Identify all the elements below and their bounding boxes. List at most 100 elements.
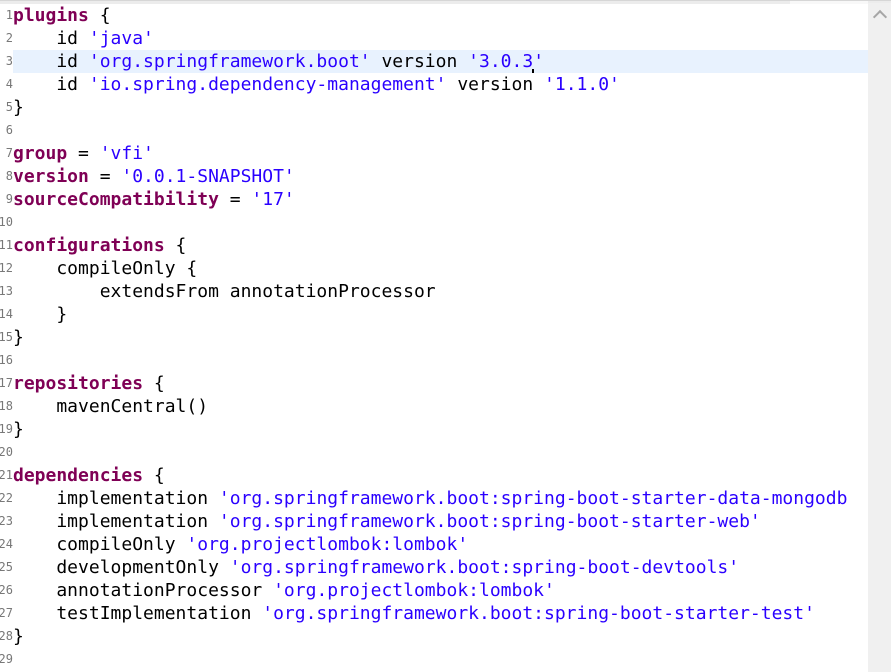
line-number[interactable]: 24 xyxy=(0,533,13,556)
code-line-text[interactable]: } xyxy=(13,625,868,648)
code-line-text[interactable]: id 'java' xyxy=(13,27,868,50)
line-number[interactable]: 19 xyxy=(0,418,13,441)
line-number[interactable]: 22 xyxy=(0,487,13,510)
code-line[interactable]: 27 testImplementation 'org.springframewo… xyxy=(0,602,868,625)
code-line-text[interactable] xyxy=(13,648,868,671)
code-line[interactable]: 28 } xyxy=(0,625,868,648)
code-line-text[interactable]: compileOnly 'org.projectlombok:lombok' xyxy=(13,533,868,556)
code-token: version xyxy=(370,51,469,72)
line-number[interactable]: 11 xyxy=(0,234,13,257)
code-line-text[interactable]: group = 'vfi' xyxy=(13,142,868,165)
code-line-text[interactable]: annotationProcessor 'org.projectlombok:l… xyxy=(13,579,868,602)
code-line-text[interactable]: version = '0.0.1-SNAPSHOT' xyxy=(13,165,868,188)
code-line-text[interactable]: } xyxy=(13,418,868,441)
code-line[interactable]: 16 xyxy=(0,349,868,372)
line-number[interactable]: 25 xyxy=(0,556,13,579)
code-token: version xyxy=(446,74,545,95)
code-line-text[interactable]: plugins { xyxy=(13,4,868,27)
line-number[interactable]: 15 xyxy=(0,326,13,349)
code-line-text[interactable] xyxy=(13,211,868,234)
code-line[interactable]: 14 } xyxy=(0,303,868,326)
vertical-scrollbar[interactable] xyxy=(868,3,891,672)
line-number[interactable]: 5 xyxy=(0,96,13,119)
line-number[interactable]: 23 xyxy=(0,510,13,533)
code-line[interactable]: 26 annotationProcessor 'org.projectlombo… xyxy=(0,579,868,602)
code-line[interactable]: 10 xyxy=(0,211,868,234)
code-token: annotationProcessor xyxy=(13,580,274,601)
line-number[interactable]: 13 xyxy=(0,280,13,303)
code-line-text[interactable]: } xyxy=(13,326,868,349)
code-line-text[interactable]: } xyxy=(13,96,868,119)
code-line[interactable]: 1 plugins { xyxy=(0,4,868,27)
code-line[interactable]: 11 configurations { xyxy=(0,234,868,257)
code-token: configurations xyxy=(13,235,165,256)
code-line[interactable]: 25 developmentOnly 'org.springframework.… xyxy=(0,556,868,579)
line-number[interactable]: 26 xyxy=(0,579,13,602)
code-line-text[interactable]: compileOnly { xyxy=(13,257,868,280)
code-line-text[interactable]: implementation 'org.springframework.boot… xyxy=(13,487,868,510)
code-line-text[interactable]: } xyxy=(13,303,868,326)
code-line-text[interactable]: id 'org.springframework.boot' version '3… xyxy=(13,50,868,73)
line-number[interactable]: 9 xyxy=(0,188,13,211)
code-line[interactable]: 3 id 'org.springframework.boot' version … xyxy=(0,50,868,73)
code-line[interactable]: 6 xyxy=(0,119,868,142)
code-line[interactable]: 12 compileOnly { xyxy=(0,257,868,280)
line-number[interactable]: 29 xyxy=(0,648,13,671)
scroll-up-button[interactable] xyxy=(868,3,891,27)
code-token: } xyxy=(13,97,24,118)
code-line[interactable]: 7 group = 'vfi' xyxy=(0,142,868,165)
line-number[interactable]: 14 xyxy=(0,303,13,326)
eclipse-editor-window: { "colors": { "keyword": "#7f0055", "str… xyxy=(0,0,891,672)
line-number[interactable]: 10 xyxy=(0,211,13,234)
code-token: ' xyxy=(533,51,545,72)
line-number[interactable]: 28 xyxy=(0,625,13,648)
line-number[interactable]: 2 xyxy=(0,27,13,50)
code-line[interactable]: 8 version = '0.0.1-SNAPSHOT' xyxy=(0,165,868,188)
line-number[interactable]: 6 xyxy=(0,119,13,142)
code-line-text[interactable]: testImplementation 'org.springframework.… xyxy=(13,602,868,625)
code-line[interactable]: 4 id 'io.spring.dependency-management' v… xyxy=(0,73,868,96)
code-line-text[interactable]: configurations { xyxy=(13,234,868,257)
code-token: 'java' xyxy=(88,28,154,49)
code-line[interactable]: 18 mavenCentral() xyxy=(0,395,868,418)
code-line-text[interactable] xyxy=(13,349,868,372)
line-number[interactable]: 12 xyxy=(0,257,13,280)
line-number[interactable]: 18 xyxy=(0,395,13,418)
code-line[interactable]: 17 repositories { xyxy=(0,372,868,395)
line-number[interactable]: 17 xyxy=(0,372,13,395)
line-number[interactable]: 27 xyxy=(0,602,13,625)
code-line-text[interactable] xyxy=(13,441,868,464)
code-token: plugins xyxy=(13,5,89,26)
code-line[interactable]: 15 } xyxy=(0,326,868,349)
line-number[interactable]: 4 xyxy=(0,73,13,96)
code-line-text[interactable]: developmentOnly 'org.springframework.boo… xyxy=(13,556,868,579)
code-line[interactable]: 29 xyxy=(0,648,868,671)
line-number[interactable]: 8 xyxy=(0,165,13,188)
code-line[interactable]: 13 extendsFrom annotationProcessor xyxy=(0,280,868,303)
code-line-text[interactable]: sourceCompatibility = '17' xyxy=(13,188,868,211)
code-line[interactable]: 19 } xyxy=(0,418,868,441)
code-line-text[interactable]: extendsFrom annotationProcessor xyxy=(13,280,868,303)
code-line-text[interactable]: mavenCentral() xyxy=(13,395,868,418)
line-number[interactable]: 21 xyxy=(0,464,13,487)
code-line-text[interactable]: dependencies { xyxy=(13,464,868,487)
code-line-text[interactable]: implementation 'org.springframework.boot… xyxy=(13,510,868,533)
code-line[interactable]: 21 dependencies { xyxy=(0,464,868,487)
code-line[interactable]: 20 xyxy=(0,441,868,464)
code-line[interactable]: 24 compileOnly 'org.projectlombok:lombok… xyxy=(0,533,868,556)
code-line[interactable]: 22 implementation 'org.springframework.b… xyxy=(0,487,868,510)
code-line-text[interactable]: id 'io.spring.dependency-management' ver… xyxy=(13,73,868,96)
code-token: compileOnly { xyxy=(13,258,198,279)
line-number[interactable]: 20 xyxy=(0,441,13,464)
code-line[interactable]: 9 sourceCompatibility = '17' xyxy=(0,188,868,211)
line-number[interactable]: 7 xyxy=(0,142,13,165)
code-line[interactable]: 23 implementation 'org.springframework.b… xyxy=(0,510,868,533)
code-line[interactable]: 2 id 'java' xyxy=(0,27,868,50)
line-number[interactable]: 3 xyxy=(0,50,13,73)
code-editor[interactable]: 1 plugins { 2 id 'java' 3 id 'org.spring… xyxy=(0,4,868,672)
code-line[interactable]: 5 } xyxy=(0,96,868,119)
code-line-text[interactable] xyxy=(13,119,868,142)
line-number[interactable]: 1 xyxy=(0,4,13,27)
line-number[interactable]: 16 xyxy=(0,349,13,372)
code-line-text[interactable]: repositories { xyxy=(13,372,868,395)
